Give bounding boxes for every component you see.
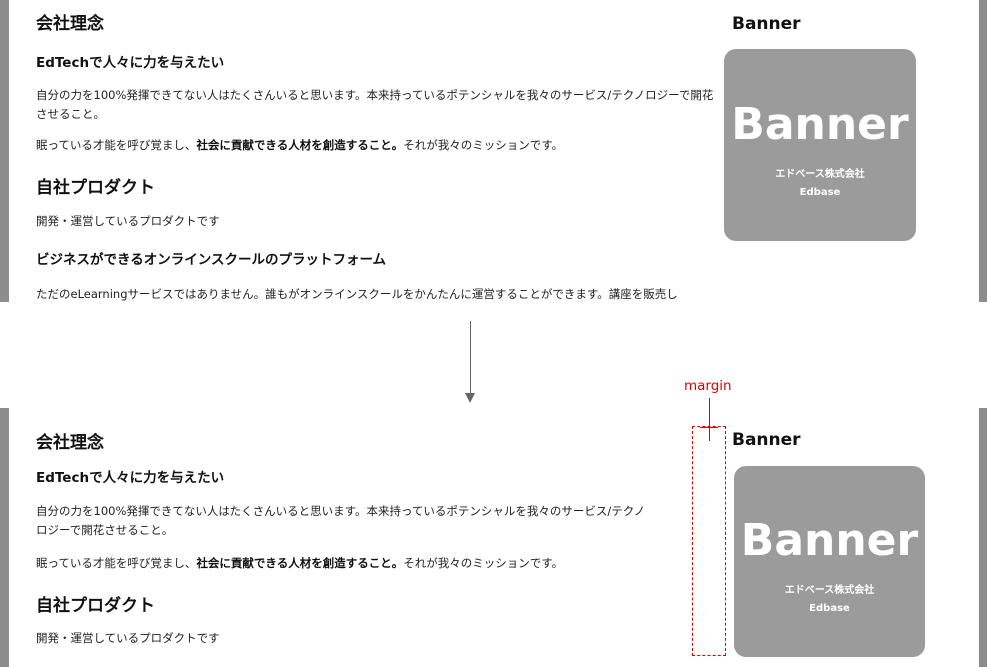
mission-paragraph-line2: ロジーで開花させること。 xyxy=(36,523,174,537)
left-border xyxy=(0,408,9,667)
banner-image[interactable]: Banner エドベース株式会社 Edbase xyxy=(724,49,916,241)
banner-company-jp: エドベース株式会社 xyxy=(775,169,865,180)
company-philosophy-heading: 会社理念 xyxy=(36,433,104,453)
margin-highlight-box xyxy=(692,426,726,656)
after-screenshot: 会社理念 EdTechで人々に力を与えたい 自分の力を100%発揮できてない人は… xyxy=(0,408,987,667)
product-heading: 自社プロダクト xyxy=(36,178,155,198)
product-description: 開発・運営しているプロダクトです xyxy=(36,214,220,228)
right-border xyxy=(979,408,987,667)
banner-image[interactable]: Banner エドベース株式会社 Edbase xyxy=(734,466,925,657)
banner-company-en: Edbase xyxy=(799,187,841,198)
banner-heading: Banner xyxy=(732,430,801,450)
platform-description: ただのeLearningサービスではありません。誰もがオンラインスクールをかんた… xyxy=(36,287,678,301)
mission-paragraph: 自分の力を100%発揮できてない人はたくさんいると思います。本来持っているポテン… xyxy=(36,88,714,121)
product-heading: 自社プロダクト xyxy=(36,596,155,616)
before-screenshot: 会社理念 EdTechで人々に力を与えたい 自分の力を100%発揮できてない人は… xyxy=(0,0,987,302)
margin-label: margin xyxy=(684,378,732,394)
mission-paragraph-line1: 自分の力を100%発揮できてない人はたくさんいると思います。本来持っているポテン… xyxy=(36,504,646,518)
edtech-heading: EdTechで人々に力を与えたい xyxy=(36,55,225,71)
platform-heading: ビジネスができるオンラインスクールのプラットフォーム xyxy=(36,252,387,268)
banner-company-jp: エドベース株式会社 xyxy=(784,585,875,596)
edtech-heading: EdTechで人々に力を与えたい xyxy=(36,470,225,486)
left-border xyxy=(0,0,9,302)
down-arrow-icon xyxy=(465,393,475,403)
banner-company-en: Edbase xyxy=(809,603,850,614)
banner-big-text: Banner xyxy=(740,515,919,566)
mission-statement: 眠っている才能を呼び覚まし、社会に貢献できる人材を創造すること。それが我々のミッ… xyxy=(36,138,564,152)
right-border xyxy=(979,0,987,302)
mission-statement: 眠っている才能を呼び覚まし、社会に貢献できる人材を創造すること。それが我々のミッ… xyxy=(36,556,564,570)
down-arrow-line xyxy=(470,321,471,397)
banner-heading: Banner xyxy=(732,14,801,34)
company-philosophy-heading: 会社理念 xyxy=(36,14,104,34)
banner-big-text: Banner xyxy=(731,99,909,150)
product-description: 開発・運営しているプロダクトです xyxy=(36,631,220,645)
